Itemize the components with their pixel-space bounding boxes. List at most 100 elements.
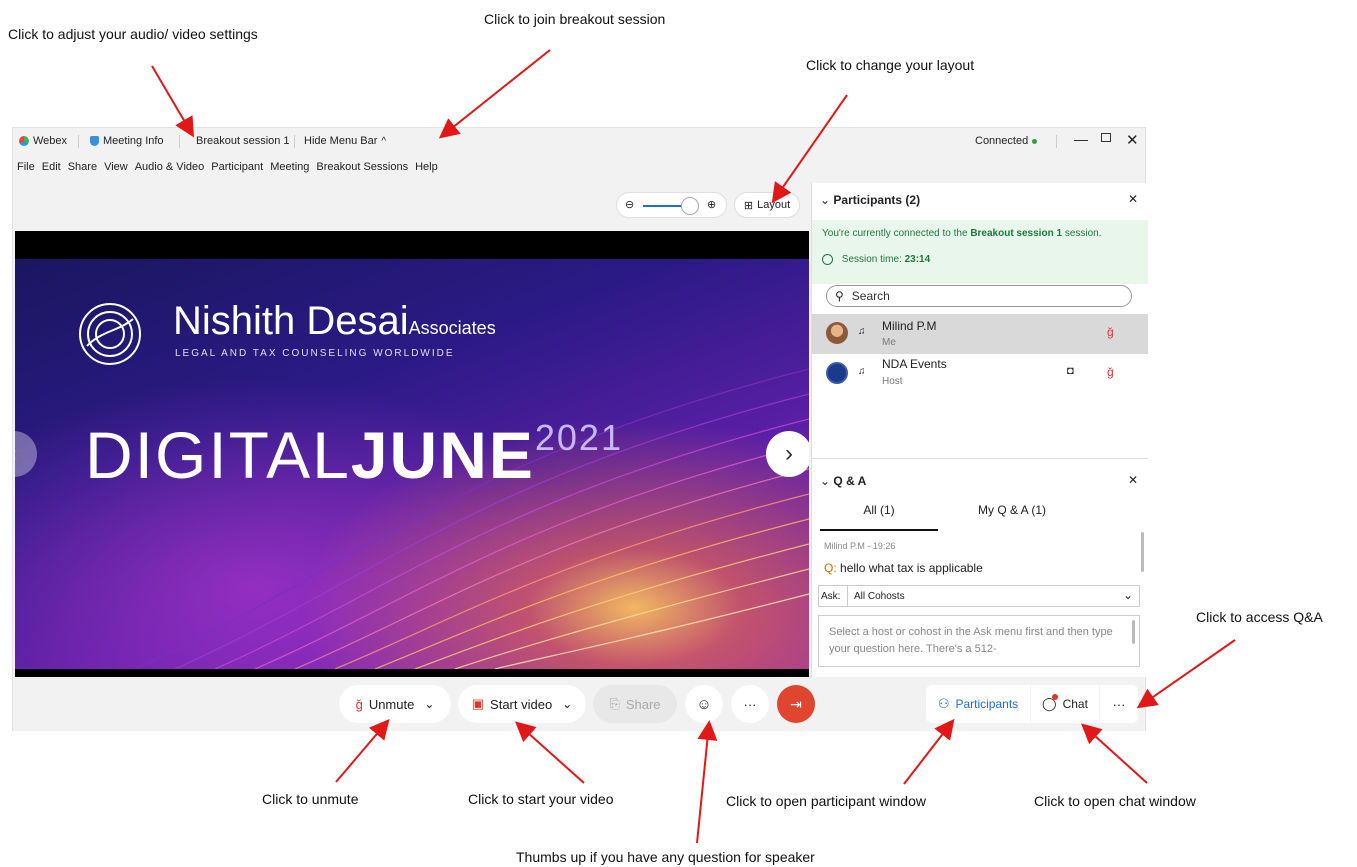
nishith-desai-logo-mark	[79, 303, 141, 365]
chat-button[interactable]: ◯ Chat	[1031, 685, 1099, 723]
banner-text-pre: You're currently connected to the	[822, 228, 968, 239]
more-icon: ···	[1112, 696, 1126, 712]
layout-grid-icon: ⊞	[743, 199, 754, 212]
arrow-breakout	[438, 49, 551, 139]
shield-icon	[90, 136, 99, 146]
menu-edit[interactable]: Edit	[42, 161, 61, 173]
zoom-out-icon[interactable]: ⊖	[625, 198, 634, 211]
headset-icon: ♫	[858, 366, 866, 377]
banner-text-session: Breakout session 1	[970, 228, 1063, 239]
menu-share[interactable]: Share	[68, 161, 97, 173]
qa-input-scrollbar[interactable]	[1132, 620, 1135, 644]
qa-tab-all-label: All (1)	[863, 503, 895, 517]
qa-ask-label: Ask:	[821, 591, 841, 602]
smiley-icon: ☺	[696, 695, 712, 713]
menu-audio-video[interactable]: Audio & Video	[135, 161, 205, 173]
presentation-slide: Nishith DesaiAssociates LEGAL AND TAX CO…	[15, 259, 809, 669]
menu-breakout-sessions[interactable]: Breakout Sessions	[316, 161, 408, 173]
chevron-right-icon: ›	[785, 440, 793, 467]
participant-name: Milind P.M	[882, 319, 937, 333]
chevron-up-icon: ^	[381, 135, 387, 147]
breakout-session-button[interactable]: Breakout session 1	[196, 135, 290, 147]
meeting-info-button[interactable]: Meeting Info	[90, 135, 164, 147]
participant-role: Me	[882, 337, 896, 348]
more-options-button[interactable]: ···	[731, 685, 769, 723]
share-screen-icon: ⎘	[609, 696, 620, 711]
leave-meeting-button[interactable]: ⇥	[777, 685, 815, 723]
muted-microphone-icon[interactable]: ǧ	[1107, 365, 1114, 379]
minimize-button[interactable]: —	[1074, 131, 1088, 147]
annotation-start-video: Click to start your video	[468, 791, 614, 807]
qa-ask-value: All Cohosts	[854, 591, 905, 602]
qa-panel-header[interactable]: ⌄ Q & A	[820, 474, 866, 488]
close-window-button[interactable]: ✕	[1126, 131, 1139, 149]
layout-button[interactable]: ⊞ Layout	[734, 192, 800, 218]
slide-title-light: DIGITAL	[85, 418, 351, 492]
annotation-unmute: Click to unmute	[262, 791, 359, 807]
chat-bubble-icon: ◯	[1042, 694, 1059, 711]
qa-question-prefix: Q:	[824, 561, 837, 575]
chat-label: Chat	[1062, 697, 1088, 711]
title-divider	[78, 135, 79, 148]
leave-icon: ⇥	[790, 695, 802, 712]
breakout-session-label: Breakout session 1	[196, 135, 290, 147]
zoom-slider-handle[interactable]	[681, 197, 699, 215]
avatar	[826, 362, 848, 384]
hide-menu-bar-button[interactable]: Hide Menu Bar ^	[304, 135, 386, 147]
qa-tab-all[interactable]: All (1)	[820, 503, 938, 531]
qa-ask-select[interactable]: All Cohosts ⌄	[847, 586, 1139, 606]
banner-text: You're currently connected to the Breako…	[822, 228, 1102, 239]
chevron-down-icon: ⌄	[562, 697, 573, 711]
arrow-audio-video	[151, 65, 195, 138]
arrow-unmute	[335, 718, 390, 783]
video-camera-icon[interactable]: ◘	[1067, 365, 1074, 377]
participants-panel-header[interactable]: ⌄ Participants (2)	[820, 193, 920, 207]
restore-button[interactable]	[1101, 133, 1111, 142]
title-divider	[1056, 135, 1057, 148]
participant-row[interactable]: ♫ NDA Events Host ◘ ǧ	[812, 354, 1148, 394]
qa-scrollbar[interactable]	[1141, 532, 1144, 572]
close-qa-button[interactable]: ✕	[1128, 473, 1138, 487]
webex-app-label[interactable]: Webex	[19, 135, 67, 147]
participants-header-label: Participants (2)	[833, 193, 921, 207]
banner-text-post: session.	[1064, 228, 1102, 239]
participant-search-input[interactable]: ⚲ Search	[826, 285, 1132, 307]
zoom-in-icon[interactable]: ⊕	[707, 198, 716, 211]
slide-title: DIGITALJUNE2021	[85, 417, 623, 493]
muted-microphone-icon: ǧ	[355, 696, 363, 712]
meeting-info-label: Meeting Info	[103, 135, 164, 147]
participants-icon: ⚇	[937, 696, 950, 711]
menu-help[interactable]: Help	[415, 161, 438, 173]
qa-tab-mine-label: My Q & A (1)	[977, 503, 1046, 517]
slide-tagline: LEGAL AND TAX COUNSELING WORLDWIDE	[175, 348, 455, 359]
close-participants-button[interactable]: ✕	[1128, 192, 1138, 206]
chevron-down-icon: ⌄	[1122, 588, 1133, 602]
participant-row[interactable]: ♫ Milind P.M Me ǧ	[812, 314, 1148, 354]
start-video-button[interactable]: ▣ Start video ⌄	[458, 685, 586, 723]
next-slide-button[interactable]: ›	[766, 431, 809, 477]
qa-question: Q: hello what tax is applicable	[824, 561, 983, 575]
chevron-down-icon: ⌄	[820, 193, 831, 207]
qa-question-input[interactable]: Select a host or cohost in the Ask menu …	[818, 615, 1140, 667]
unmute-button[interactable]: ǧ Unmute ⌄	[339, 685, 451, 723]
participants-button[interactable]: ⚇ Participants	[926, 685, 1030, 723]
menu-meeting[interactable]: Meeting	[270, 161, 309, 173]
menu-participant[interactable]: Participant	[211, 161, 263, 173]
unmute-label: Unmute	[368, 696, 415, 712]
annotation-breakout: Click to join breakout session	[484, 11, 666, 27]
muted-microphone-icon[interactable]: ǧ	[1107, 325, 1114, 339]
annotation-thumbs-up: Thumbs up if you have any question for s…	[516, 849, 815, 865]
title-divider	[294, 135, 295, 148]
menu-view[interactable]: View	[104, 161, 128, 173]
search-placeholder: Search	[851, 289, 890, 303]
qa-tab-mine[interactable]: My Q & A (1)	[952, 503, 1072, 529]
reactions-button[interactable]: ☺	[685, 685, 723, 723]
minimize-icon: —	[1074, 131, 1088, 147]
menu-file[interactable]: File	[17, 161, 35, 173]
more-panels-button[interactable]: ···	[1100, 685, 1138, 723]
headset-icon: ♫	[858, 326, 866, 337]
share-button[interactable]: ⎘ Share	[593, 685, 677, 723]
session-time-label: Session time:	[841, 254, 902, 266]
close-icon: ✕	[1126, 132, 1139, 149]
arrow-qa	[1136, 639, 1236, 709]
